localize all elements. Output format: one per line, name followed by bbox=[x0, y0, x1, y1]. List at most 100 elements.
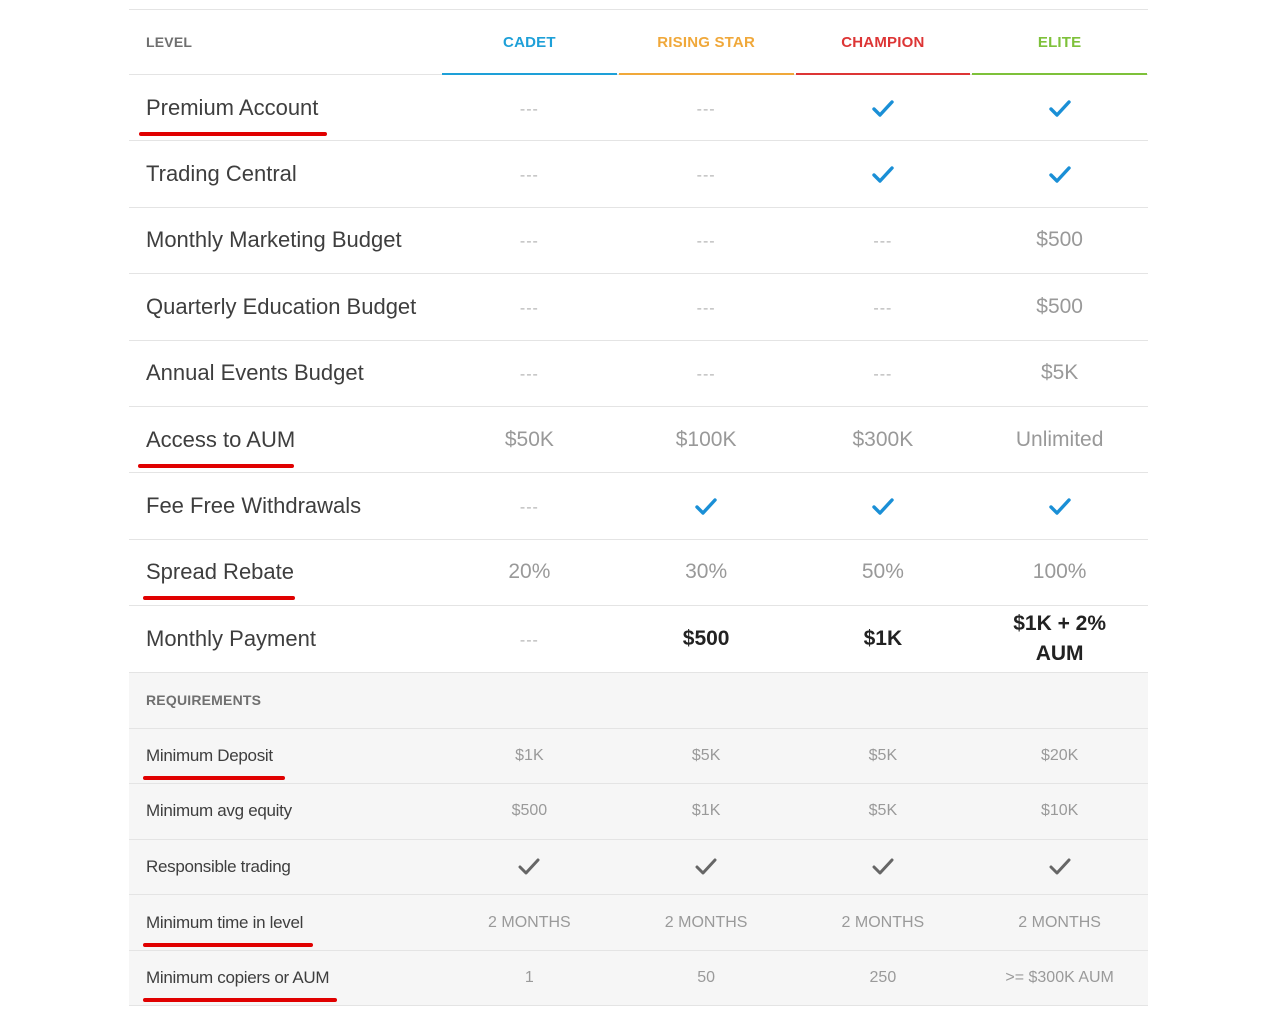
tier-header-rising-star: RISING STAR bbox=[618, 9, 795, 75]
header-row: LEVEL CADET RISING STAR CHAMPION ELITE bbox=[129, 9, 1148, 75]
requirement-value: $10K bbox=[1040, 802, 1079, 820]
tier-name: RISING STAR bbox=[657, 33, 755, 51]
tier-header-champion: CHAMPION bbox=[795, 9, 972, 75]
feature-label-text: Fee Free Withdrawals bbox=[146, 493, 362, 519]
feature-value bbox=[795, 494, 972, 518]
feature-value: 30% bbox=[685, 560, 728, 584]
feature-value: --- bbox=[795, 361, 972, 385]
check-icon bbox=[1049, 858, 1071, 875]
feature-row-premium-account: Premium Account --- --- bbox=[129, 75, 1148, 142]
check-icon bbox=[872, 498, 894, 515]
requirement-value: $5K bbox=[691, 746, 721, 764]
not-included-dash: --- bbox=[519, 499, 539, 517]
check-icon bbox=[518, 858, 540, 875]
feature-value: $50K bbox=[504, 427, 554, 451]
check-icon bbox=[1048, 166, 1071, 183]
red-annotation-underline bbox=[138, 463, 294, 468]
red-annotation-underline bbox=[143, 775, 285, 780]
feature-value: --- bbox=[441, 96, 618, 120]
feature-value bbox=[971, 162, 1148, 186]
feature-value: --- bbox=[441, 228, 618, 252]
not-included-dash: --- bbox=[696, 100, 716, 118]
feature-label: Annual Events Budget bbox=[129, 360, 441, 386]
feature-row-monthly-marketing-budget: Monthly Marketing Budget --- --- --- $50… bbox=[129, 208, 1148, 275]
tier-name: CHAMPION bbox=[841, 33, 925, 51]
feature-value: 100% bbox=[1032, 560, 1087, 584]
not-included-dash: --- bbox=[696, 366, 716, 384]
feature-value: $500 bbox=[682, 626, 730, 650]
feature-value: $100K bbox=[675, 427, 737, 451]
level-column-label: LEVEL bbox=[146, 34, 193, 50]
requirement-value: 250 bbox=[869, 969, 897, 987]
requirement-label: Minimum Deposit bbox=[129, 745, 441, 780]
feature-value: $500 bbox=[1036, 228, 1083, 252]
feature-label-text: Quarterly Education Budget bbox=[146, 293, 417, 319]
feature-value: $300K bbox=[852, 427, 914, 451]
feature-value: $5K bbox=[1040, 361, 1079, 385]
requirement-row-minimum-time-in-level: Minimum time in level 2 MONTHS 2 MONTHS … bbox=[129, 895, 1148, 951]
check-icon bbox=[872, 858, 894, 875]
not-included-dash: --- bbox=[519, 366, 539, 384]
requirements-section-header: REQUIREMENTS bbox=[129, 672, 1148, 729]
check-icon bbox=[872, 99, 894, 117]
check-icon bbox=[1048, 99, 1071, 117]
feature-value bbox=[971, 96, 1148, 120]
requirement-value bbox=[618, 858, 795, 876]
requirement-value bbox=[441, 858, 618, 876]
check-icon bbox=[695, 498, 717, 515]
requirement-value: 2 MONTHS bbox=[664, 913, 748, 931]
feature-value bbox=[618, 494, 795, 518]
feature-label: Spread Rebate bbox=[129, 559, 441, 601]
feature-row-spread-rebate: Spread Rebate 20% 30% 50% 100% bbox=[129, 540, 1148, 607]
feature-label: Monthly Marketing Budget bbox=[129, 227, 441, 253]
requirement-row-minimum-copiers-or-aum: Minimum copiers or AUM 1 50 250 >= $300K… bbox=[129, 950, 1148, 1007]
red-annotation-underline bbox=[143, 596, 295, 601]
feature-value: $1K bbox=[863, 626, 903, 650]
requirement-value: 2 MONTHS bbox=[1018, 913, 1101, 931]
feature-value: --- bbox=[618, 162, 795, 186]
feature-value: --- bbox=[441, 494, 618, 518]
not-included-dash: --- bbox=[696, 233, 716, 251]
tier-header-cadet: CADET bbox=[441, 9, 618, 75]
requirement-label-text: Responsible trading bbox=[146, 857, 291, 876]
requirement-value: $500 bbox=[511, 802, 548, 820]
check-icon bbox=[1048, 498, 1071, 515]
requirement-value bbox=[971, 858, 1148, 876]
not-included-dash: --- bbox=[696, 167, 716, 185]
feature-value: --- bbox=[441, 361, 618, 385]
tier-header-elite: ELITE bbox=[971, 9, 1148, 75]
requirement-value: $5K bbox=[868, 746, 898, 764]
tier-name: ELITE bbox=[1037, 33, 1082, 51]
red-annotation-underline bbox=[143, 942, 313, 947]
tier-name: CADET bbox=[503, 33, 556, 51]
requirement-value: 2 MONTHS bbox=[841, 913, 925, 931]
feature-label: Access to AUM bbox=[129, 426, 441, 468]
feature-value bbox=[971, 494, 1148, 518]
requirement-value: 50 bbox=[697, 969, 716, 987]
not-included-dash: --- bbox=[873, 299, 893, 317]
requirement-row-minimum-deposit: Minimum Deposit $1K $5K $5K $20K bbox=[129, 728, 1148, 785]
feature-label-text: Access to AUM bbox=[146, 426, 296, 452]
feature-label-text: Monthly Payment bbox=[146, 625, 316, 651]
feature-value bbox=[795, 162, 972, 186]
not-included-dash: --- bbox=[519, 631, 539, 649]
not-included-dash: --- bbox=[519, 100, 539, 118]
feature-row-quarterly-education-budget: Quarterly Education Budget --- --- --- $… bbox=[129, 274, 1148, 341]
requirement-row-minimum-avg-equity: Minimum avg equity $500 $1K $5K $10K bbox=[129, 784, 1148, 840]
requirement-value: $5K bbox=[868, 802, 898, 820]
not-included-dash: --- bbox=[519, 233, 539, 251]
feature-label: Premium Account bbox=[129, 95, 441, 136]
feature-value: $1K + 2% AUM bbox=[1013, 611, 1107, 665]
not-included-dash: --- bbox=[696, 299, 716, 317]
feature-value: --- bbox=[618, 295, 795, 319]
requirement-label-text: Minimum copiers or AUM bbox=[146, 968, 330, 988]
not-included-dash: --- bbox=[873, 233, 893, 251]
section-label: REQUIREMENTS bbox=[146, 692, 262, 709]
requirement-value bbox=[795, 858, 972, 876]
requirement-label-text: Minimum time in level bbox=[146, 912, 304, 932]
feature-label: Trading Central bbox=[129, 161, 441, 187]
not-included-dash: --- bbox=[873, 366, 893, 384]
requirement-label-text: Minimum Deposit bbox=[146, 745, 273, 765]
feature-label-text: Monthly Marketing Budget bbox=[146, 227, 402, 253]
feature-label-text: Annual Events Budget bbox=[146, 360, 364, 386]
